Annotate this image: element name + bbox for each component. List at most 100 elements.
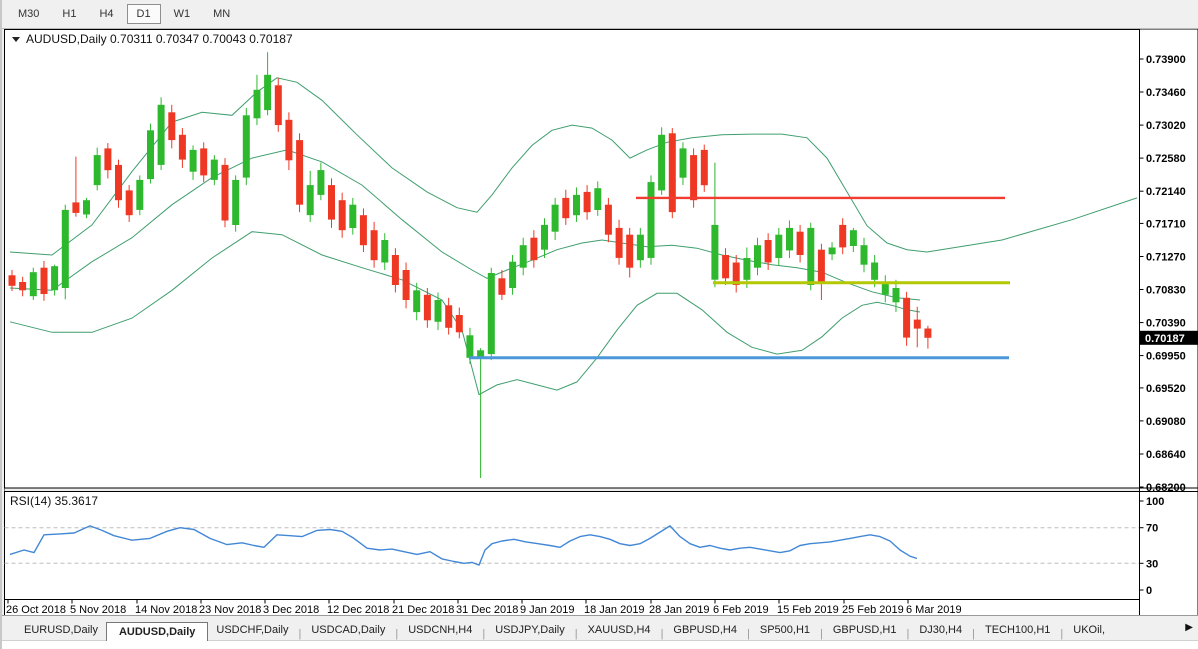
candle-body-bull — [861, 245, 868, 265]
tab-xauusd-h4[interactable]: XAUUSD,H4 — [580, 620, 659, 640]
candle-body-bull — [807, 228, 814, 285]
candle-body-bull — [871, 263, 878, 280]
candle-body-bear — [339, 200, 346, 230]
candle-body-bear — [285, 120, 292, 161]
candle-body-bull — [51, 266, 58, 290]
candle-body-bear — [690, 155, 697, 200]
candle-body-bull — [264, 75, 271, 110]
rsi-tick-label: 0 — [1146, 585, 1152, 597]
tab-scroll-right-icon[interactable]: ▶ — [1185, 622, 1193, 633]
candle-body-bear — [616, 228, 623, 258]
candle-body-bear — [200, 148, 207, 175]
price-tick-label: 0.71270 — [1146, 252, 1186, 264]
price-chart[interactable]: 0.739000.734600.730200.725800.721400.717… — [2, 0, 1198, 618]
tab-separator: | — [297, 628, 304, 640]
tab-tech100-h1[interactable]: TECH100,H1 — [977, 620, 1058, 640]
chart-title: AUDUSD,Daily 0.70311 0.70347 0.70043 0.7… — [26, 32, 293, 46]
candle-body-bear — [914, 320, 921, 329]
candle-body-bull — [775, 235, 782, 258]
candle-body-bull — [648, 182, 655, 258]
price-tick-label: 0.69080 — [1146, 416, 1186, 428]
candle-body-bear — [722, 255, 729, 278]
tab-separator: | — [573, 628, 580, 640]
candle-body-bull — [594, 188, 601, 210]
tab-bar-bottom-strip — [2, 640, 1198, 649]
tab-separator: | — [904, 628, 911, 640]
timeframe-button-d1[interactable]: D1 — [127, 4, 161, 24]
candle-body-bull — [158, 105, 165, 165]
tab-separator: | — [970, 628, 977, 640]
candle-body-bear — [530, 238, 537, 261]
candle-body-bull — [254, 90, 261, 119]
candle-body-bull — [658, 135, 665, 191]
rsi-tick-label: 100 — [1146, 496, 1164, 508]
tab-eurusd-daily[interactable]: EURUSD,Daily — [16, 620, 106, 640]
candle-body-bear — [179, 135, 186, 160]
candle-body-bull — [243, 115, 250, 177]
candle-body-bear — [424, 295, 431, 321]
candle-body-bear — [403, 270, 410, 300]
candle-body-bull — [743, 258, 750, 280]
candle-body-bull — [786, 228, 793, 251]
candle-body-bear — [669, 133, 676, 212]
tab-sp500-h1[interactable]: SP500,H1 — [752, 620, 818, 640]
candle-body-bear — [168, 112, 175, 140]
candle-body-bull — [190, 150, 197, 172]
candle-body-bear — [9, 275, 16, 286]
tab-gbpusd-h1[interactable]: GBPUSD,H1 — [825, 620, 905, 640]
candle-body-bull — [488, 273, 495, 354]
candle-body-bear — [115, 165, 122, 200]
candle-body-bull — [850, 230, 857, 246]
price-tick-label: 0.70830 — [1146, 285, 1186, 297]
tab-usdcad-daily[interactable]: USDCAD,Daily — [303, 620, 393, 640]
candle-body-bear — [296, 140, 303, 205]
candle-body-bear — [445, 305, 452, 328]
tab-usdjpy-daily[interactable]: USDJPY,Daily — [487, 620, 573, 640]
candle-body-bull — [541, 225, 548, 250]
tab-usdcnh-h4[interactable]: USDCNH,H4 — [400, 620, 480, 640]
tab-separator: | — [659, 628, 666, 640]
candle-body-bull — [381, 240, 388, 263]
candle-body-bull — [413, 290, 420, 312]
timeframe-button-w1[interactable]: W1 — [164, 4, 201, 24]
price-tick-label: 0.69520 — [1146, 383, 1186, 395]
candle-body-bull — [552, 205, 559, 232]
candle-body-bull — [147, 130, 154, 179]
timeframe-button-h1[interactable]: H1 — [52, 4, 86, 24]
price-tick-label: 0.68640 — [1146, 449, 1186, 461]
price-tick-label: 0.68200 — [1146, 482, 1186, 494]
candle-body-bull — [83, 200, 90, 214]
tab-gbpusd-h4[interactable]: GBPUSD,H4 — [665, 620, 745, 640]
candle-body-bull — [573, 195, 580, 215]
candle-body-bull — [829, 248, 836, 255]
candle-body-bear — [498, 278, 505, 295]
candle-body-bear — [456, 315, 463, 332]
timeframe-button-h4[interactable]: H4 — [89, 4, 123, 24]
tab-audusd-daily[interactable]: AUDUSD,Daily — [106, 622, 208, 641]
rsi-tick-label: 70 — [1146, 523, 1158, 535]
pane-separator — [5, 488, 1198, 492]
tab-dj30-h4[interactable]: DJ30,H4 — [911, 620, 970, 640]
candle-body-bear — [360, 215, 367, 245]
price-tick-label: 0.70390 — [1146, 318, 1186, 330]
candle-body-bear — [371, 230, 378, 260]
candle-body-bear — [903, 298, 910, 338]
price-tick-label: 0.69950 — [1146, 351, 1186, 363]
candle-body-bull — [349, 205, 356, 228]
candle-body-bull — [754, 245, 761, 268]
candle-body-bull — [136, 180, 143, 210]
tab-usdchf-daily[interactable]: USDCHF,Daily — [208, 620, 296, 640]
candle-body-bull — [637, 235, 644, 261]
candle-body-bull — [62, 210, 69, 288]
timeframe-button-m30[interactable]: M30 — [8, 4, 49, 24]
price-tick-label: 0.73020 — [1146, 120, 1186, 132]
timeframe-button-mn[interactable]: MN — [203, 4, 240, 24]
candle-body-bear — [392, 255, 399, 285]
chart-tabs: EURUSD,DailyAUDUSD,DailyUSDCHF,Daily|USD… — [2, 616, 1198, 640]
tab-ukoil-[interactable]: UKOil, — [1065, 620, 1113, 640]
candle-body-bear — [701, 150, 708, 185]
candle-body-bull — [509, 262, 516, 288]
candle-body-bull — [232, 180, 239, 225]
candle-body-bear — [765, 240, 772, 263]
candle-body-bull — [466, 335, 473, 358]
